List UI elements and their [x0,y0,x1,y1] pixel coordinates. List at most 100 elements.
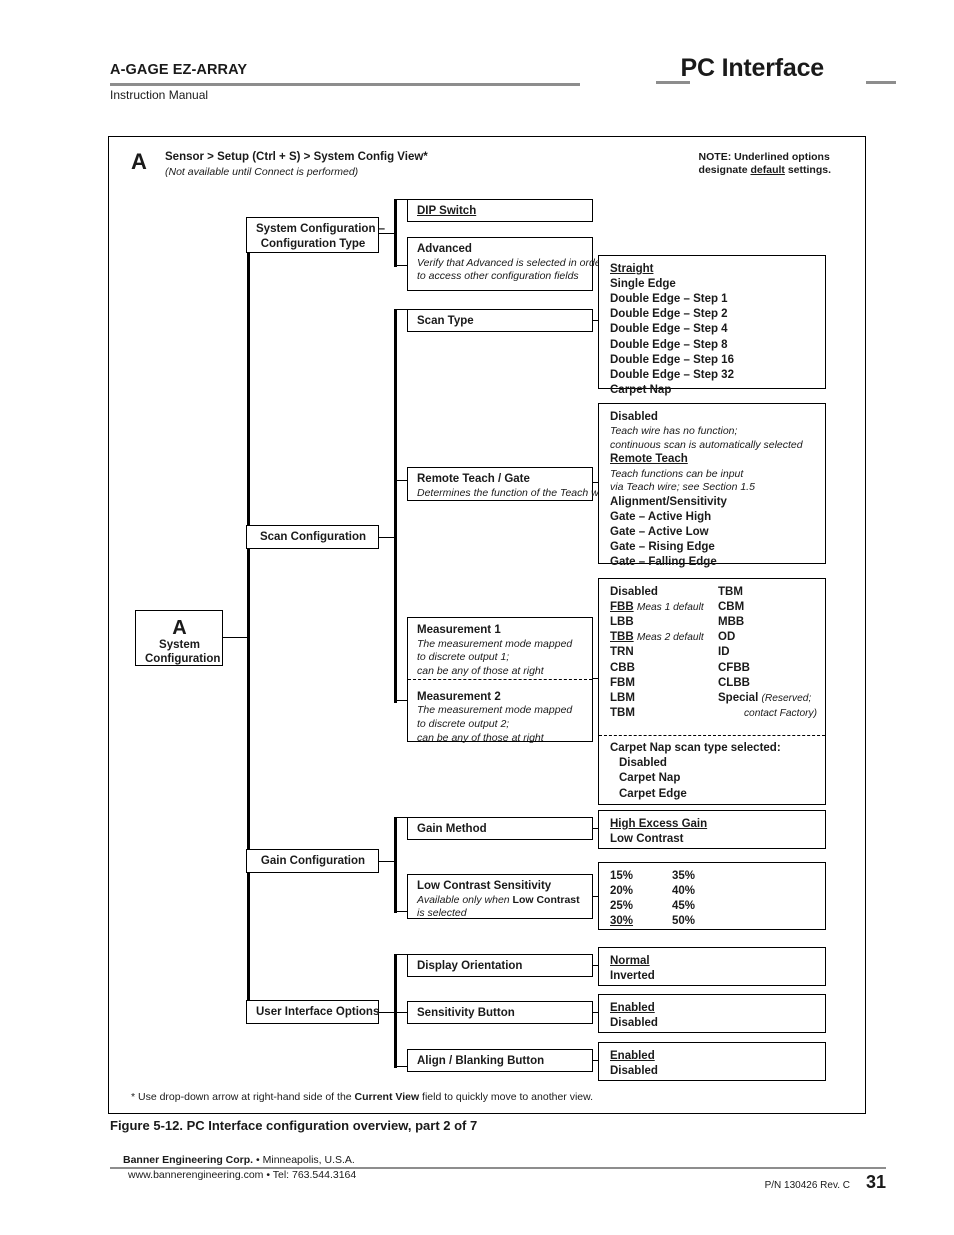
field-scan-type[interactable]: Scan Type [407,309,593,332]
options-sensitivity-button-list: Enabled Disabled [610,1001,817,1031]
field-dip-switch[interactable]: DIP Switch [407,199,593,222]
carpet-nap-item[interactable]: Carpet Nap [610,771,817,786]
option-item[interactable]: CLBB [718,676,817,691]
option-item[interactable]: ID [718,645,817,660]
field-remote-teach-gate-title: Remote Teach / Gate [417,473,530,485]
branch-user-interface-options[interactable]: User Interface Options [246,1000,379,1024]
options-lcs-columns: 15% 20% 25% 30% 35% 40% 45% 50% [610,869,817,929]
field-lcs-desc-2: is selected [417,907,467,920]
option-item[interactable]: Single Edge [610,277,817,292]
option-item[interactable]: CBM [718,600,817,615]
field-measurement-1-desc-3: can be any of those at right [417,665,544,677]
option-item[interactable]: Gate – Falling Edge [610,555,817,570]
option-item[interactable]: Normal [610,954,817,969]
option-item[interactable]: Alignment/Sensitivity [610,495,817,510]
field-align-blanking-button[interactable]: Align / Blanking Button [407,1049,593,1072]
option-item[interactable]: Gate – Active Low [610,525,817,540]
options-gain-method[interactable]: High Excess Gain Low Contrast [598,810,826,849]
option-item[interactable]: LBM [610,691,718,706]
option-item[interactable]: Gate – Rising Edge [610,540,817,555]
field-sensitivity-button[interactable]: Sensitivity Button [407,1001,593,1024]
option-item[interactable]: 20% [610,884,672,899]
root-node-system-configuration[interactable]: A System Configuration [135,610,223,666]
option-item[interactable]: Disabled [610,1016,817,1031]
carpet-nap-item[interactable]: Carpet Edge [610,787,817,802]
field-measurement-1[interactable]: Measurement 1 The measurement mode mappe… [408,618,592,683]
option-item[interactable]: LBB [610,615,718,630]
option-item[interactable]: 30% [610,914,672,929]
footer-company: Banner Engineering Corp. • Minneapolis, … [123,1154,360,1166]
field-sensitivity-button-title: Sensitivity Button [417,1007,515,1019]
option-item[interactable]: Enabled [610,1049,817,1064]
option-item[interactable]: CBB [610,661,718,676]
option-item[interactable]: High Excess Gain [610,817,817,832]
options-measurement[interactable]: Disabled FBB Meas 1 default LBB TBB Meas 2 … [598,578,826,805]
option-item[interactable]: Carpet Nap [610,383,817,398]
field-lcs-desc-1: Available only when Low Contrast [417,893,580,906]
option-item[interactable]: FBB Meas 1 default [610,600,718,615]
header-rule [110,83,580,86]
options-carpet-nap: Carpet Nap scan type selected: Disabled C… [599,735,825,804]
options-scan-type[interactable]: Straight Single Edge Double Edge – Step 1D… [598,255,826,396]
field-measurement-2[interactable]: Measurement 2 The measurement mode mappe… [408,683,592,750]
option-item[interactable]: FBM [610,676,718,691]
option-item[interactable]: 45% [672,899,817,914]
option-item[interactable]: Disabled [610,410,817,425]
option-item[interactable]: Remote Teach [610,452,817,467]
branch-system-configuration-type[interactable]: System Configuration – Configuration Typ… [246,217,385,253]
option-item[interactable]: Enabled [610,1001,817,1016]
root-node-label-line2: Configuration [145,652,221,665]
option-item[interactable]: 40% [672,884,817,899]
option-item[interactable]: 50% [672,914,817,929]
options-display-orientation[interactable]: Normal Inverted [598,947,826,986]
branch-gain-configuration[interactable]: Gain Configuration [246,849,379,873]
options-low-contrast-sensitivity[interactable]: 15% 20% 25% 30% 35% 40% 45% 50% [598,862,826,930]
option-description: Teach wire has no function; [610,425,738,438]
footer-page-number: 31 [865,1172,886,1192]
field-remote-teach-gate[interactable]: Remote Teach / Gate Determines the funct… [407,467,610,501]
field-gain-method[interactable]: Gain Method [407,817,593,840]
option-item[interactable]: MBB [718,615,817,630]
option-item[interactable]: Inverted [610,969,817,984]
field-advanced[interactable]: Advanced Verify that Advanced is selecte… [407,237,604,291]
option-item[interactable]: TRN [610,645,718,660]
option-item[interactable]: 15% [610,869,672,884]
option-item[interactable]: Disabled [610,585,718,600]
option-item[interactable]: Double Edge – Step 4 [610,322,817,337]
branch-2-label: Scan Configuration [259,531,367,543]
options-measurement-columns: Disabled FBB Meas 1 default LBB TBB Meas 2 … [610,585,817,721]
branch-1-label-line2: Configuration Type [260,237,366,250]
option-item[interactable]: Double Edge – Step 16 [610,353,817,368]
page-footer: Banner Engineering Corp. • Minneapolis, … [110,1150,886,1210]
field-display-orientation[interactable]: Display Orientation [407,954,593,977]
option-item[interactable]: TBB Meas 2 default [610,630,718,645]
connector-b1-c2 [394,265,408,267]
option-item[interactable]: Disabled [610,1064,817,1079]
field-measurement-1-title: Measurement 1 [417,624,501,636]
option-item[interactable]: Straight [610,262,817,277]
field-measurement-2-desc-1: The measurement mode mapped [417,704,573,717]
branch-scan-configuration[interactable]: Scan Configuration [246,525,379,549]
options-remote-teach-gate[interactable]: Disabled Teach wire has no function; conti… [598,403,826,568]
option-item[interactable]: Low Contrast [610,832,817,847]
option-item[interactable]: Double Edge – Step 2 [610,307,817,322]
option-item[interactable]: Double Edge – Step 1 [610,292,817,307]
field-measurements[interactable]: Measurement 1 The measurement mode mappe… [407,617,593,744]
option-item[interactable]: 35% [672,869,817,884]
field-measurement-2-title: Measurement 2 [417,690,501,703]
options-align-blanking-button[interactable]: Enabled Disabled [598,1042,826,1081]
carpet-nap-item[interactable]: Disabled [610,756,817,771]
option-item[interactable]: Double Edge – Step 32 [610,368,817,383]
option-item[interactable]: 25% [610,899,672,914]
option-item[interactable]: Gate – Active High [610,510,817,525]
option-item[interactable]: TBM [610,706,718,721]
option-item[interactable]: CFBB [718,661,817,676]
options-sensitivity-button[interactable]: Enabled Disabled [598,994,826,1033]
connector-b3-c2 [394,911,408,913]
option-item[interactable]: OD [718,630,817,645]
field-low-contrast-sensitivity[interactable]: Low Contrast Sensitivity Available only … [407,874,593,919]
option-item[interactable]: Double Edge – Step 8 [610,338,817,353]
option-item[interactable]: Special (Reserved; [718,691,817,706]
footnote-post: field to quickly move to another view. [419,1091,594,1103]
option-item[interactable]: TBM [718,585,817,600]
